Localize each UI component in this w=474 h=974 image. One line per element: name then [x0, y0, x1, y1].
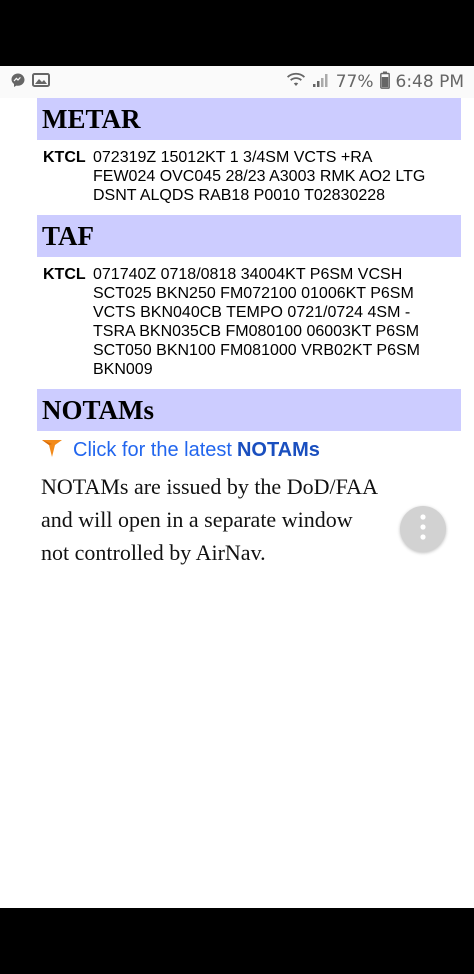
- taf-line: VCTS BKN040CB TEMPO 0721/0724 4SM -: [93, 304, 411, 321]
- bottom-black-bar: [0, 908, 474, 974]
- taf-line: TSRA BKN035CB FM080100 06003KT P6SM: [93, 323, 420, 340]
- taf-station: KTCL: [43, 266, 86, 283]
- gallery-icon: [32, 72, 50, 93]
- taf-line: 071740Z 0718/0818 34004KT P6SM VCSH: [93, 266, 403, 283]
- metar-report: KTCL 072319Z 15012KT 1 3/4SM VCTS +RA FE…: [37, 140, 461, 215]
- taf-line: BKN009: [93, 361, 153, 378]
- notams-heading: NOTAMs: [37, 389, 461, 431]
- notams-link-prefix[interactable]: Click for the latest: [73, 439, 232, 462]
- notams-description: NOTAMs are issued by the DoD/FAA and wil…: [41, 470, 461, 569]
- top-black-bar: [0, 0, 474, 66]
- metar-line: FEW024 OVC045 28/23 A3003 RMK AO2 LTG: [93, 168, 426, 185]
- notams-description-line: not controlled by AirNav.: [41, 540, 266, 565]
- notams-description-line: NOTAMs are issued by the DoD/FAA: [41, 474, 378, 499]
- metar-heading: METAR: [37, 98, 461, 140]
- metar-line: DSNT ALQDS RAB18 P0010 T02830228: [93, 187, 386, 204]
- taf-text: 071740Z 0718/0818 34004KT P6SM VCSH SCT0…: [93, 265, 420, 379]
- clock: 6:48 PM: [395, 72, 465, 92]
- notams-link-strong[interactable]: NOTAMs: [237, 439, 320, 462]
- metar-line: 072319Z 15012KT 1 3/4SM VCTS +RA: [93, 149, 373, 166]
- taf-line: SCT025 BKN250 FM072100 01006KT P6SM: [93, 285, 414, 302]
- notams-description-line: and will open in a separate window: [41, 507, 353, 532]
- more-options-button[interactable]: [400, 506, 446, 552]
- weather-content: METAR KTCL 072319Z 15012KT 1 3/4SM VCTS …: [37, 98, 461, 569]
- status-bar: 77% 6:48 PM: [0, 66, 474, 98]
- battery-icon: [379, 71, 390, 94]
- more-vertical-icon: [420, 513, 426, 545]
- metar-station: KTCL: [43, 149, 86, 166]
- taf-heading: TAF: [37, 215, 461, 257]
- notams-link[interactable]: Click for the latest NOTAMs: [41, 436, 461, 464]
- signal-icon: [312, 72, 330, 93]
- messenger-icon: [10, 72, 26, 93]
- taf-line: SCT050 BKN100 FM081000 VRB02KT P6SM: [93, 342, 420, 359]
- battery-percent: 77%: [335, 72, 374, 92]
- wifi-icon: [286, 72, 306, 93]
- arrow-icon: [41, 436, 63, 464]
- metar-text: 072319Z 15012KT 1 3/4SM VCTS +RA FEW024 …: [93, 148, 425, 205]
- taf-report: KTCL 071740Z 0718/0818 34004KT P6SM VCSH…: [37, 257, 461, 389]
